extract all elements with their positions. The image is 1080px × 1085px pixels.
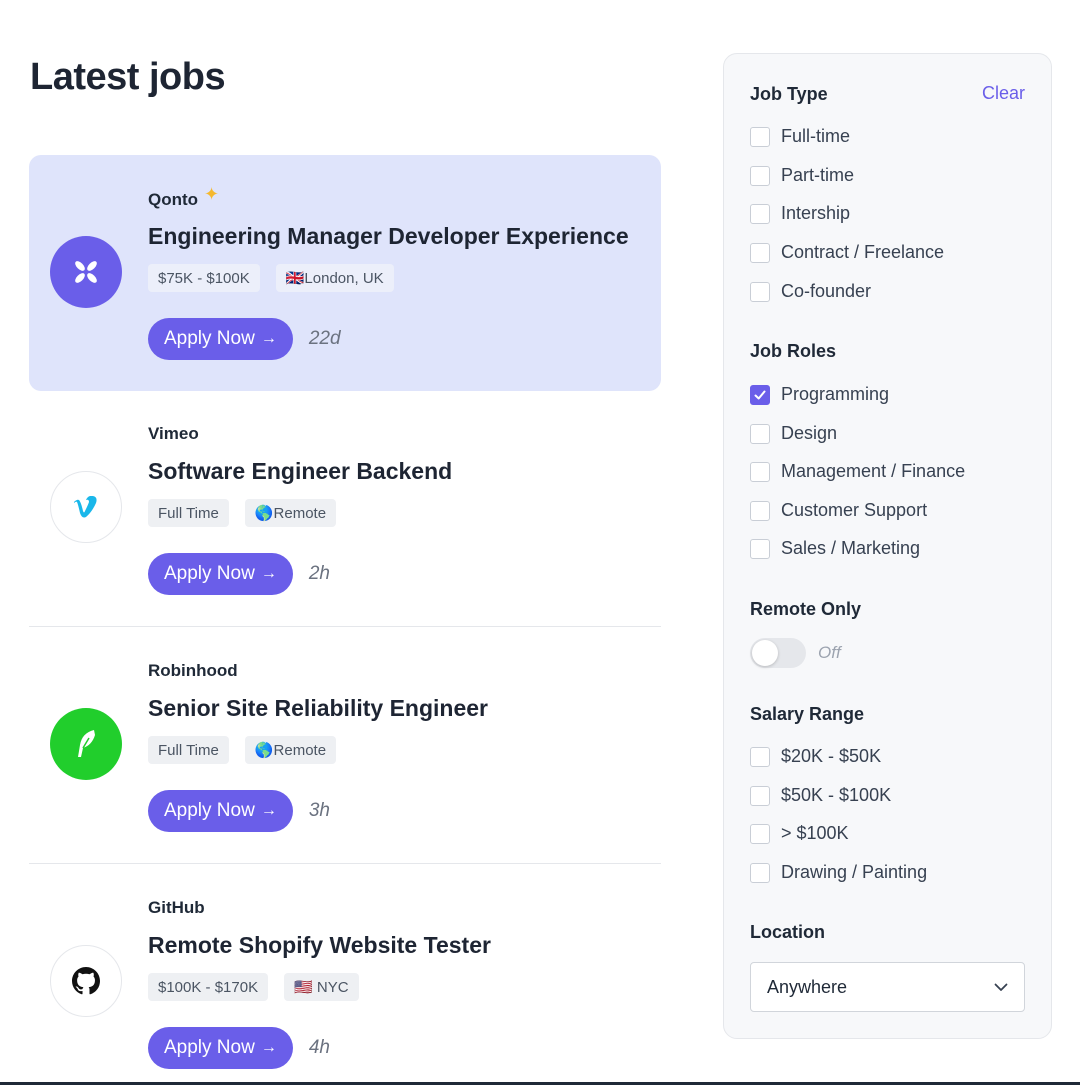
job-title[interactable]: Engineering Manager Developer Experience	[148, 223, 629, 250]
job-title[interactable]: Senior Site Reliability Engineer	[148, 695, 488, 722]
qonto-logo-icon	[50, 236, 122, 308]
filters-panel: Job Type Clear Full-time Part-time Inter…	[723, 53, 1052, 1039]
robinhood-logo-icon	[50, 708, 122, 780]
apply-now-button[interactable]: Apply Now →	[148, 1027, 293, 1069]
job-card-robinhood[interactable]: Robinhood Senior Site Reliability Engine…	[29, 627, 661, 863]
apply-now-button[interactable]: Apply Now →	[148, 318, 293, 360]
filter-option-programming[interactable]: Programming	[750, 384, 889, 405]
posted-age: 2h	[308, 563, 330, 584]
filter-option-salary-20k-50k[interactable]: $20K - $50K	[750, 746, 881, 767]
location-tag: 🌎Remote	[244, 736, 337, 764]
filter-option-part-time[interactable]: Part-time	[750, 165, 854, 186]
apply-now-button[interactable]: Apply Now →	[148, 553, 293, 595]
posted-age: 4h	[308, 1037, 330, 1058]
checkbox[interactable]	[750, 203, 770, 224]
arrow-right-icon: →	[260, 330, 277, 347]
checkbox[interactable]	[750, 823, 770, 844]
arrow-right-icon: →	[260, 565, 277, 582]
employment-type-tag: Full Time	[148, 499, 229, 527]
checkbox[interactable]	[750, 165, 770, 186]
salary-tag: $75K - $100K	[148, 264, 260, 292]
location-heading: Location	[750, 922, 825, 942]
checkbox[interactable]	[750, 862, 770, 883]
job-card-qonto[interactable]: Qonto ✦ Engineering Manager Developer Ex…	[29, 155, 661, 391]
location-tag: 🇬🇧London, UK	[275, 264, 394, 292]
salary-range-heading: Salary Range	[750, 704, 865, 724]
filter-option-contract-freelance[interactable]: Contract / Freelance	[750, 242, 944, 263]
job-card-vimeo[interactable]: Vimeo Software Engineer Backend Full Tim…	[29, 390, 661, 626]
github-logo-icon	[50, 945, 122, 1017]
company-name: Robinhood	[148, 661, 238, 680]
filter-option-management-finance[interactable]: Management / Finance	[750, 461, 965, 482]
job-card-github[interactable]: GitHub Remote Shopify Website Tester $10…	[29, 864, 661, 1085]
salary-tag: $100K - $170K	[148, 973, 269, 1001]
checkbox[interactable]	[750, 126, 770, 147]
filter-option-customer-support[interactable]: Customer Support	[750, 500, 927, 521]
checkbox[interactable]	[750, 281, 770, 302]
remote-only-toggle-row: Off	[750, 638, 841, 668]
page-title: Latest jobs	[30, 56, 226, 98]
sparkle-icon: ✦	[204, 184, 220, 204]
checkbox[interactable]	[750, 423, 770, 444]
remote-only-toggle[interactable]	[750, 638, 806, 668]
job-type-heading: Job Type	[750, 84, 828, 104]
checkbox[interactable]	[750, 242, 770, 263]
checkbox[interactable]	[750, 538, 770, 559]
arrow-right-icon: →	[260, 1039, 277, 1056]
job-title[interactable]: Software Engineer Backend	[148, 458, 452, 485]
filter-option-salary-over-100k[interactable]: > $100K	[750, 823, 849, 844]
checkbox-checked[interactable]	[750, 384, 770, 405]
filter-option-drawing-painting[interactable]: Drawing / Painting	[750, 862, 927, 883]
filter-option-co-founder[interactable]: Co-founder	[750, 281, 871, 302]
filter-option-salary-50k-100k[interactable]: $50K - $100K	[750, 785, 891, 806]
checkbox[interactable]	[750, 461, 770, 482]
checkbox[interactable]	[750, 500, 770, 521]
company-name: GitHub	[148, 898, 205, 917]
check-icon	[754, 390, 766, 399]
job-title[interactable]: Remote Shopify Website Tester	[148, 932, 491, 959]
job-roles-heading: Job Roles	[750, 341, 837, 361]
posted-age: 3h	[308, 800, 330, 821]
filter-option-intership[interactable]: Intership	[750, 203, 850, 224]
clear-filters-link[interactable]: Clear	[982, 83, 1025, 104]
location-tag: 🇺🇸 NYC	[284, 973, 359, 1001]
remote-only-heading: Remote Only	[750, 599, 862, 619]
checkbox[interactable]	[750, 785, 770, 806]
checkbox[interactable]	[750, 746, 770, 767]
toggle-knob	[752, 640, 778, 666]
filter-option-design[interactable]: Design	[750, 423, 837, 444]
posted-age: 22d	[308, 328, 341, 349]
location-select[interactable]: Anywhere	[750, 962, 1025, 1012]
company-name: Qonto ✦	[148, 184, 220, 209]
arrow-right-icon: →	[260, 802, 277, 819]
company-name: Vimeo	[148, 424, 199, 443]
employment-type-tag: Full Time	[148, 736, 229, 764]
filter-option-full-time[interactable]: Full-time	[750, 126, 850, 147]
apply-now-button[interactable]: Apply Now →	[148, 790, 293, 832]
location-tag: 🌎Remote	[244, 499, 337, 527]
vimeo-logo-icon	[50, 471, 122, 543]
filter-option-sales-marketing[interactable]: Sales / Marketing	[750, 538, 920, 559]
toggle-state-label: Off	[818, 643, 841, 662]
chevron-down-icon	[994, 983, 1008, 991]
